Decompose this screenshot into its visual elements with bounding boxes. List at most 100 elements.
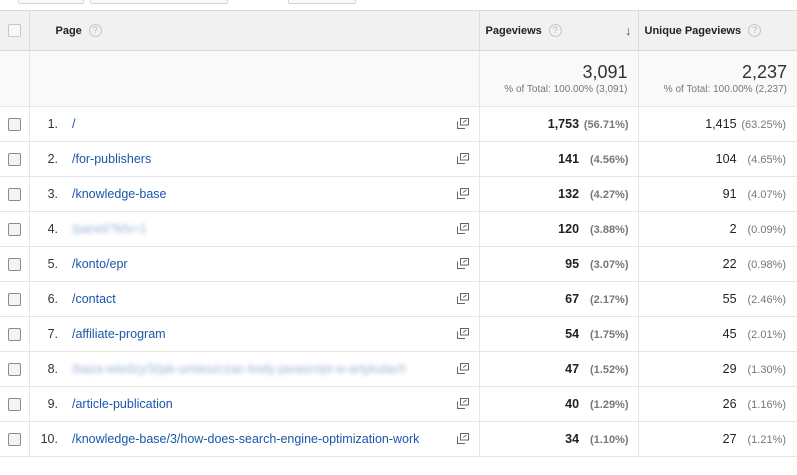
row-index: 4. bbox=[29, 211, 62, 247]
pageviews-percent: (56.71%) bbox=[583, 119, 629, 131]
pageviews-cell: 120 (3.88%) bbox=[478, 211, 639, 247]
pageviews-percent: (4.56%) bbox=[589, 154, 629, 166]
totals-row: 3,091 % of Total: 100.00% (3,091) 2,237 … bbox=[0, 50, 797, 107]
open-in-new-window-icon[interactable] bbox=[456, 433, 469, 444]
row-checkbox[interactable] bbox=[7, 293, 21, 307]
page-path-link[interactable]: /for-publishers bbox=[72, 152, 151, 166]
row-checkbox[interactable] bbox=[7, 153, 21, 167]
unique-pageviews-value: 1,415 bbox=[705, 117, 737, 131]
pageviews-cell: 47 (1.52%) bbox=[478, 351, 639, 387]
open-in-new-window-icon[interactable] bbox=[456, 293, 469, 304]
totals-pageviews-value: 3,091 bbox=[582, 62, 628, 82]
open-in-new-window-icon[interactable] bbox=[456, 118, 469, 129]
unique-pageviews-percent: (0.98%) bbox=[747, 259, 787, 271]
row-checkbox[interactable] bbox=[7, 398, 21, 412]
open-in-new-window-icon[interactable] bbox=[456, 328, 469, 339]
unique-pageviews-cell: 104 (4.65%) bbox=[637, 141, 797, 177]
unique-pageviews-percent: (1.21%) bbox=[747, 434, 787, 446]
pageviews-percent: (1.75%) bbox=[589, 329, 629, 341]
select-all-cell bbox=[0, 10, 30, 51]
open-in-new-window-icon[interactable] bbox=[456, 153, 469, 164]
column-header-page[interactable]: Page? bbox=[29, 10, 480, 51]
column-header-pageviews[interactable]: Pageviews? ↓ bbox=[478, 10, 639, 51]
totals-unique-pageviews-value: 2,237 bbox=[741, 62, 788, 82]
unique-pageviews-value: 29 bbox=[722, 362, 737, 376]
toolbar-control-right[interactable] bbox=[288, 0, 356, 4]
page-path-link[interactable]: /contact bbox=[72, 292, 116, 306]
pageviews-percent: (1.29%) bbox=[589, 399, 629, 411]
pageviews-cell: 132 (4.27%) bbox=[478, 176, 639, 212]
unique-pageviews-percent: (1.30%) bbox=[747, 364, 787, 376]
row-checkbox[interactable] bbox=[7, 433, 21, 447]
open-in-new-window-icon[interactable] bbox=[456, 188, 469, 199]
open-in-new-window-icon[interactable] bbox=[456, 223, 469, 234]
row-index: 5. bbox=[29, 246, 62, 282]
pageviews-value: 95 bbox=[565, 257, 580, 271]
unique-pageviews-percent: (2.01%) bbox=[747, 329, 787, 341]
toolbar-control-left[interactable] bbox=[18, 0, 84, 4]
unique-pageviews-percent: (0.09%) bbox=[747, 224, 787, 236]
pageviews-value: 34 bbox=[565, 432, 580, 446]
page-path-link[interactable]: /baza-wiedzy/3/jak-umieszczac-kody-javas… bbox=[72, 362, 406, 376]
page-path-link[interactable]: /konto/epr bbox=[72, 257, 128, 271]
pageviews-cell: 40 (1.29%) bbox=[478, 386, 639, 422]
pageviews-cell: 1,753 (56.71%) bbox=[478, 106, 639, 142]
help-icon[interactable]: ? bbox=[748, 24, 762, 37]
pageviews-percent: (4.27%) bbox=[589, 189, 629, 201]
open-in-new-window-icon[interactable] bbox=[456, 363, 469, 374]
row-checkbox[interactable] bbox=[7, 363, 21, 377]
page-path-link[interactable]: /panel/?kfv=1 bbox=[72, 222, 147, 236]
pageviews-cell: 141 (4.56%) bbox=[478, 141, 639, 177]
table-row: 9. /article-publication 40 (1.29%) 26 (1… bbox=[0, 386, 797, 422]
unique-pageviews-cell: 2 (0.09%) bbox=[637, 211, 797, 247]
unique-pageviews-cell: 91 (4.07%) bbox=[637, 176, 797, 212]
row-index: 2. bbox=[29, 141, 62, 177]
pageviews-value: 1,753 bbox=[547, 117, 580, 131]
pageviews-percent: (1.52%) bbox=[589, 364, 629, 376]
open-in-new-window-icon[interactable] bbox=[456, 398, 469, 409]
column-header-unique-pageviews[interactable]: Unique Pageviews? bbox=[637, 10, 797, 51]
table-row: 4. /panel/?kfv=1 120 (3.88%) 2 (0.09%) bbox=[0, 211, 797, 247]
open-in-new-window-icon[interactable] bbox=[456, 258, 469, 269]
unique-pageviews-value: 45 bbox=[722, 327, 737, 341]
table-row: 1. / 1,753 (56.71%) 1,415 (63.25%) bbox=[0, 106, 797, 142]
unique-pageviews-cell: 27 (1.21%) bbox=[637, 421, 797, 457]
pageviews-value: 67 bbox=[565, 292, 580, 306]
row-index: 7. bbox=[29, 316, 62, 352]
help-icon[interactable]: ? bbox=[548, 24, 562, 37]
row-index: 3. bbox=[29, 176, 62, 212]
page-path-link[interactable]: /article-publication bbox=[72, 397, 173, 411]
row-checkbox[interactable] bbox=[7, 118, 21, 132]
pageviews-cell: 54 (1.75%) bbox=[478, 316, 639, 352]
page-path-link[interactable]: /affiliate-program bbox=[72, 327, 166, 341]
table-header-row: Page? Pageviews? ↓ Unique Pageviews? bbox=[0, 10, 797, 51]
totals-unique-pageviews-percent: % of Total: 100.00% (2,237) bbox=[663, 84, 788, 95]
row-checkbox[interactable] bbox=[7, 223, 21, 237]
row-checkbox[interactable] bbox=[7, 258, 21, 272]
totals-pageviews-percent: % of Total: 100.00% (3,091) bbox=[504, 84, 628, 95]
row-checkbox[interactable] bbox=[7, 328, 21, 342]
page-path-link[interactable]: / bbox=[72, 117, 75, 131]
column-header-page-label: Page bbox=[55, 25, 82, 37]
unique-pageviews-percent: (2.46%) bbox=[747, 294, 787, 306]
table-row: 6. /contact 67 (2.17%) 55 (2.46%) bbox=[0, 281, 797, 317]
row-index: 6. bbox=[29, 281, 62, 317]
unique-pageviews-value: 55 bbox=[722, 292, 737, 306]
unique-pageviews-percent: (4.65%) bbox=[747, 154, 787, 166]
pageviews-value: 54 bbox=[565, 327, 580, 341]
sort-descending-icon[interactable]: ↓ bbox=[625, 23, 632, 38]
table-row: 7. /affiliate-program 54 (1.75%) 45 (2.0… bbox=[0, 316, 797, 352]
help-icon[interactable]: ? bbox=[88, 24, 102, 37]
page-path-link[interactable]: /knowledge-base/3/how-does-search-engine… bbox=[72, 432, 419, 446]
pageviews-cell: 67 (2.17%) bbox=[478, 281, 639, 317]
pageviews-value: 141 bbox=[558, 152, 580, 166]
toolbar-control-middle[interactable] bbox=[90, 0, 228, 4]
unique-pageviews-cell: 45 (2.01%) bbox=[637, 316, 797, 352]
select-all-checkbox[interactable] bbox=[7, 23, 21, 37]
row-checkbox[interactable] bbox=[7, 188, 21, 202]
pageviews-percent: (3.07%) bbox=[589, 259, 629, 271]
pageviews-percent: (2.17%) bbox=[589, 294, 629, 306]
unique-pageviews-cell: 26 (1.16%) bbox=[637, 386, 797, 422]
page-path-link[interactable]: /knowledge-base bbox=[72, 187, 167, 201]
table-row: 10. /knowledge-base/3/how-does-search-en… bbox=[0, 421, 797, 457]
